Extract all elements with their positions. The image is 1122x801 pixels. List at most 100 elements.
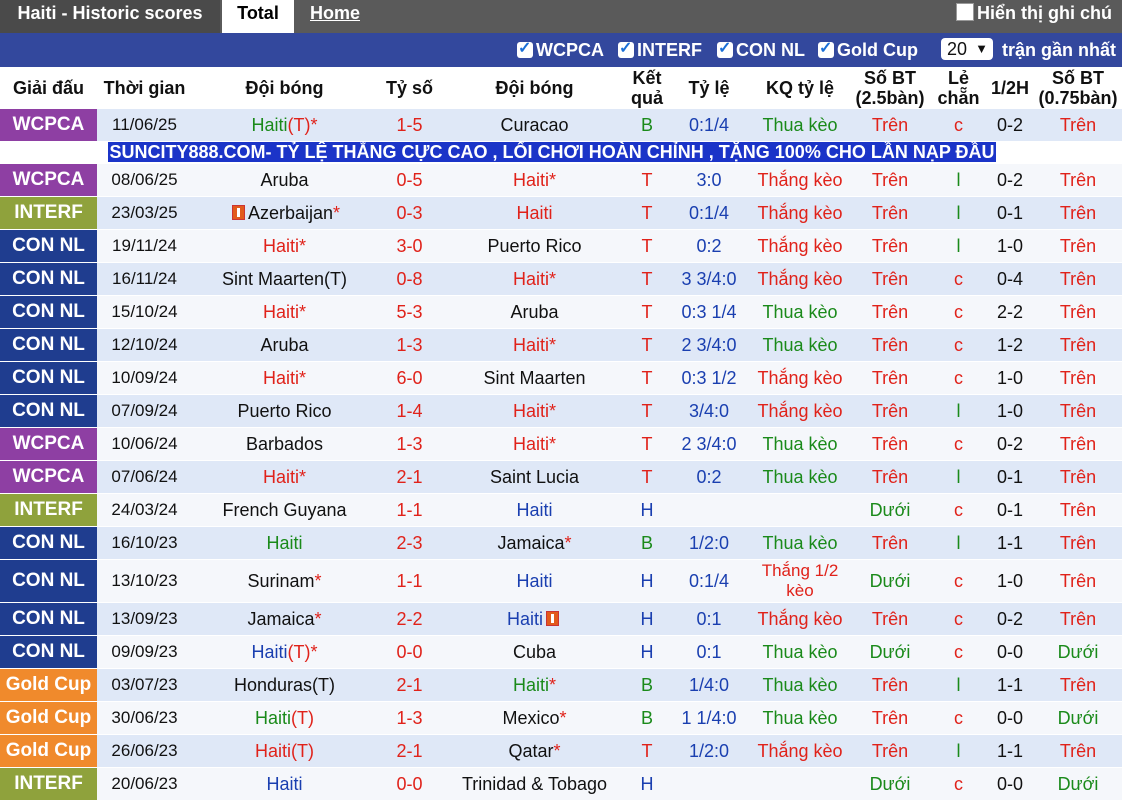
competition-badge[interactable]: CON NL [0,526,97,560]
con-nl-checkbox[interactable] [717,37,733,61]
home-team[interactable]: Honduras(T) [192,668,377,702]
competition-badge[interactable]: CON NL [0,559,97,603]
competition-badge[interactable]: CON NL [0,262,97,296]
competition-badge[interactable]: WCPCA [0,109,97,142]
col-odd-even: Lẻ chẵn [931,67,986,109]
away-team-name: Haiti [516,202,553,223]
away-team[interactable]: Haiti [442,493,627,527]
away-team[interactable]: Haiti [442,602,627,636]
home-team[interactable]: Puerto Rico [192,394,377,428]
gold-cup-checkbox[interactable] [818,37,834,61]
show-notes-toggle[interactable]: Hiển thị ghi chú [956,0,1112,26]
away-team[interactable]: Haiti* [442,394,627,428]
home-team[interactable]: Haiti* [192,460,377,494]
home-team[interactable]: Aruba [192,163,377,197]
filter-wcpca[interactable]: WCPCA [517,37,604,62]
competition-badge[interactable]: INTERF [0,767,97,801]
home-team[interactable]: Sint Maarten(T) [192,262,377,296]
home-team[interactable]: Aruba [192,328,377,362]
away-team[interactable]: Cuba [442,635,627,669]
odd-even: c [931,427,986,461]
competition-badge[interactable]: INTERF [0,493,97,527]
home-team[interactable]: Haiti* [192,295,377,329]
filter-gold-cup[interactable]: Gold Cup [818,37,918,62]
home-team[interactable]: Surinam* [192,559,377,603]
home-team[interactable]: French Guyana [192,493,377,527]
away-team-suffix: * [549,334,557,355]
home-team[interactable]: Haiti(T) [192,701,377,735]
away-score: 1 [412,740,423,761]
competition-badge[interactable]: CON NL [0,361,97,395]
competition-badge[interactable]: CON NL [0,602,97,636]
match-result: T [627,427,667,461]
away-team[interactable]: Saint Lucia [442,460,627,494]
table-row: Gold Cup 26/06/23 Haiti(T) 2-1 Qatar* T 1/2:0 T… [0,734,1122,768]
home-team[interactable]: Haiti(T)* [192,635,377,669]
away-team-name: Haiti [512,268,549,289]
over-under: Dưới [849,493,931,527]
competition-badge[interactable]: CON NL [0,635,97,669]
match-date: 15/10/24 [97,295,192,329]
home-team[interactable]: Haiti(T)* [192,109,377,142]
home-team-suffix: * [333,202,341,223]
home-team[interactable]: Haiti* [192,229,377,263]
away-team[interactable]: Haiti* [442,427,627,461]
competition-badge[interactable]: Gold Cup [0,734,97,768]
away-team[interactable]: Qatar* [442,734,627,768]
home-team[interactable]: Haiti [192,526,377,560]
competition-badge[interactable]: WCPCA [0,460,97,494]
home-team-name: Haiti [251,641,288,662]
competition-badge[interactable]: Gold Cup [0,668,97,702]
wcpca-checkbox[interactable] [517,37,533,61]
away-team[interactable]: Mexico* [442,701,627,735]
competition-badge[interactable]: CON NL [0,328,97,362]
competition-badge[interactable]: CON NL [0,295,97,329]
competition-badge[interactable]: Gold Cup [0,701,97,735]
home-score: 0 [396,268,407,289]
match-date: 07/06/24 [97,460,192,494]
home-score: 5 [396,301,407,322]
away-team[interactable]: Trinidad & Tobago [442,767,627,801]
home-team[interactable]: Haiti* [192,361,377,395]
home-team[interactable]: Azerbaijan* [192,196,377,230]
home-team-suffix: * [299,301,307,322]
over-under-075: Dưới [1034,701,1122,735]
tab-historic-scores[interactable]: Haiti - Historic scores [0,0,220,33]
over-under: Trên [849,460,931,494]
filter-con-nl[interactable]: CON NL [717,37,805,62]
match-date: 20/06/23 [97,767,192,801]
away-team[interactable]: Haiti* [442,163,627,197]
notes-checkbox[interactable] [956,3,974,21]
away-team[interactable]: Haiti* [442,262,627,296]
away-team[interactable]: Jamaica* [442,526,627,560]
competition-badge[interactable]: CON NL [0,229,97,263]
away-team[interactable]: Aruba [442,295,627,329]
competition-badge[interactable]: WCPCA [0,427,97,461]
odds-result: Thắng kèo [751,163,849,197]
home-team[interactable]: Jamaica* [192,602,377,636]
tab-home[interactable]: Home [310,0,360,33]
competition-badge[interactable]: INTERF [0,196,97,230]
away-team[interactable]: Puerto Rico [442,229,627,263]
competition-badge[interactable]: CON NL [0,394,97,428]
ad-banner-link[interactable]: SUNCITY888.COM- TỶ LỆ THẮNG CỰC CAO , LỐ… [108,142,996,162]
filter-interf[interactable]: INTERF [618,37,702,62]
home-team[interactable]: Haiti [192,767,377,801]
tab-total[interactable]: Total [222,0,294,33]
away-team[interactable]: Haiti* [442,328,627,362]
away-team[interactable]: Haiti [442,196,627,230]
home-team-suffix: (T) [291,707,314,728]
odds: 0:1 [667,635,751,669]
over-under: Trên [849,328,931,362]
away-team[interactable]: Haiti* [442,668,627,702]
away-team[interactable]: Sint Maarten [442,361,627,395]
score: 0-3 [377,196,442,230]
home-team[interactable]: Barbados [192,427,377,461]
away-team[interactable]: Curacao [442,109,627,142]
home-team[interactable]: Haiti(T) [192,734,377,768]
match-count-select[interactable]: 20 ▼ [941,38,993,60]
away-team[interactable]: Haiti [442,559,627,603]
over-under: Trên [849,427,931,461]
interf-checkbox[interactable] [618,37,634,61]
competition-badge[interactable]: WCPCA [0,163,97,197]
